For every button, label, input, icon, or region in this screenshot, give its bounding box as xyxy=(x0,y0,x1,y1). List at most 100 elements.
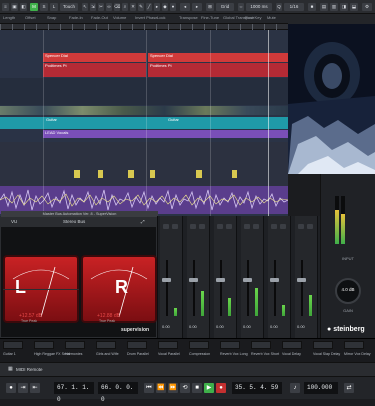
zoom-select[interactable]: 1000 ms xyxy=(246,3,272,11)
quick-control-slot[interactable] xyxy=(65,341,85,349)
range-tool-icon[interactable]: ⇲ xyxy=(90,3,96,11)
left-zone-icon[interactable]: ◧ xyxy=(20,3,27,11)
mute-button[interactable] xyxy=(190,224,196,229)
constrain-delay-icon[interactable]: M xyxy=(30,3,38,11)
automation-mode-select[interactable]: Touch xyxy=(60,3,78,11)
volume-fader[interactable] xyxy=(270,278,279,282)
quick-control-slot[interactable] xyxy=(96,341,116,349)
audio-event[interactable]: LEAD Vocals xyxy=(43,130,288,138)
window-layout-icon[interactable]: ▥ xyxy=(330,3,338,11)
color-picker-icon[interactable]: ■ xyxy=(308,3,316,11)
mute-button[interactable] xyxy=(271,224,277,229)
volume-fader[interactable] xyxy=(162,278,171,282)
bus-select[interactable]: Stereo Bus xyxy=(63,217,85,227)
audio-event[interactable]: Podtimes Pt xyxy=(148,63,288,77)
glue-tool-icon[interactable]: ∞ xyxy=(106,3,112,11)
inspector-icon[interactable]: ▣ xyxy=(11,3,18,11)
quick-control-slot[interactable] xyxy=(313,341,333,349)
fast-forward-icon[interactable]: ⏩ xyxy=(168,383,178,393)
mute-button[interactable] xyxy=(163,224,169,229)
snap-toggle-icon[interactable]: ⊞ xyxy=(206,3,214,11)
mute-button[interactable] xyxy=(217,224,223,229)
audio-event[interactable]: Spencer Dial xyxy=(148,53,288,62)
quick-control-slot[interactable] xyxy=(34,341,54,349)
mixer-channel-strip[interactable]: 0.00 xyxy=(268,216,291,338)
play-icon[interactable]: ▶ xyxy=(204,383,214,393)
record-icon[interactable]: ● xyxy=(216,383,226,393)
quick-control-slot[interactable] xyxy=(158,341,178,349)
volume-fader[interactable] xyxy=(189,278,198,282)
nudge-right-icon[interactable]: ▸ xyxy=(192,3,202,11)
quick-control-slot[interactable] xyxy=(127,341,147,349)
object-select-icon[interactable]: ↖ xyxy=(82,3,88,11)
volume-fader[interactable] xyxy=(243,278,252,282)
mixer-channel-strip[interactable]: 0.00 xyxy=(295,216,318,338)
nudge-left-icon[interactable]: ◂ xyxy=(180,3,190,11)
zoom-select-icon[interactable]: ⇔ xyxy=(238,3,244,11)
quick-control-slot[interactable] xyxy=(251,341,271,349)
audio-event[interactable]: Spencer Dial xyxy=(43,53,146,62)
playhead[interactable] xyxy=(268,30,269,216)
click-icon[interactable]: ♪ xyxy=(290,383,300,393)
sync-icon[interactable]: ⇄ xyxy=(344,383,354,393)
mixer-channel-strip[interactable]: 0.00 xyxy=(187,216,210,338)
primary-time-display[interactable]: 35. 5. 4. 59 xyxy=(232,382,282,394)
punch-out-icon[interactable]: ⇤ xyxy=(30,383,40,393)
quick-control-slot[interactable] xyxy=(282,341,302,349)
tempo-display[interactable]: 100.000 xyxy=(304,382,338,394)
solo-button[interactable] xyxy=(199,224,205,229)
comp-tool-icon[interactable]: ◆ xyxy=(162,3,168,11)
quantize-select[interactable]: 1/16 xyxy=(284,3,304,11)
erase-tool-icon[interactable]: ⌫ xyxy=(114,3,120,11)
preset-select[interactable]: VU xyxy=(11,217,17,227)
audio-event[interactable] xyxy=(128,170,134,178)
solo-button[interactable] xyxy=(172,224,178,229)
volume-fader[interactable] xyxy=(216,278,225,282)
draw-tool-icon[interactable]: ✎ xyxy=(138,3,144,11)
audio-event[interactable] xyxy=(232,170,237,178)
project-window-icon[interactable]: ≡ xyxy=(2,3,9,11)
cycle-icon[interactable]: ⟲ xyxy=(180,383,190,393)
grid-type-select[interactable]: Grid xyxy=(216,3,234,11)
audio-event[interactable] xyxy=(74,170,80,178)
volume-fader[interactable] xyxy=(297,278,306,282)
quantize-icon[interactable]: Q xyxy=(276,3,282,11)
record-mode-icon[interactable]: ● xyxy=(6,383,16,393)
layout-icon[interactable]: ▤ xyxy=(320,3,328,11)
audio-event[interactable]: Podtimes Pt xyxy=(43,63,146,77)
color-tool-icon[interactable]: ● xyxy=(170,3,176,11)
midi-remote-icon[interactable]: ▦ xyxy=(8,366,13,372)
solo-icon[interactable]: S xyxy=(40,3,48,11)
right-zone-icon[interactable]: ◨ xyxy=(340,3,348,11)
mute-button[interactable] xyxy=(298,224,304,229)
mute-tool-icon[interactable]: ✕ xyxy=(130,3,136,11)
quick-control-slot[interactable] xyxy=(220,341,240,349)
line-tool-icon[interactable]: ╱ xyxy=(146,3,152,11)
midi-remote-label[interactable]: MIDI Remote xyxy=(16,367,43,372)
audio-event[interactable] xyxy=(150,170,155,178)
solo-button[interactable] xyxy=(307,224,313,229)
audio-event[interactable] xyxy=(196,170,202,178)
quick-control-slot[interactable] xyxy=(189,341,209,349)
gain-knob[interactable]: 4.0 dB xyxy=(335,278,361,304)
lower-zone-icon[interactable]: ⬓ xyxy=(350,3,358,11)
solo-button[interactable] xyxy=(280,224,286,229)
left-locator[interactable]: 67. 1. 1. 0 xyxy=(54,382,94,403)
solo-button[interactable] xyxy=(226,224,232,229)
solo-button[interactable] xyxy=(253,224,259,229)
maximize-icon[interactable]: ⤢ xyxy=(141,217,145,227)
play-tool-icon[interactable]: ▸ xyxy=(154,3,160,11)
mixer-channel-strip[interactable]: 0.00 xyxy=(214,216,237,338)
project-event-display[interactable]: Spencer Dial Spencer Dial Podtimes Pt Po… xyxy=(0,30,289,216)
settings-icon[interactable]: ⚙ xyxy=(362,3,372,11)
mixer-channel-strip[interactable]: 0.00 xyxy=(160,216,183,338)
split-tool-icon[interactable]: ✂ xyxy=(98,3,104,11)
rewind-icon[interactable]: ⏪ xyxy=(156,383,166,393)
zoom-tool-icon[interactable]: ⌕ xyxy=(122,3,128,11)
mixer-channel-strip[interactable]: 0.00 xyxy=(241,216,264,338)
audio-event[interactable] xyxy=(98,170,103,178)
stop-icon[interactable]: ■ xyxy=(192,383,202,393)
punch-in-icon[interactable]: ⇥ xyxy=(18,383,28,393)
listen-icon[interactable]: L xyxy=(50,3,58,11)
go-to-start-icon[interactable]: ⏮ xyxy=(144,383,154,393)
